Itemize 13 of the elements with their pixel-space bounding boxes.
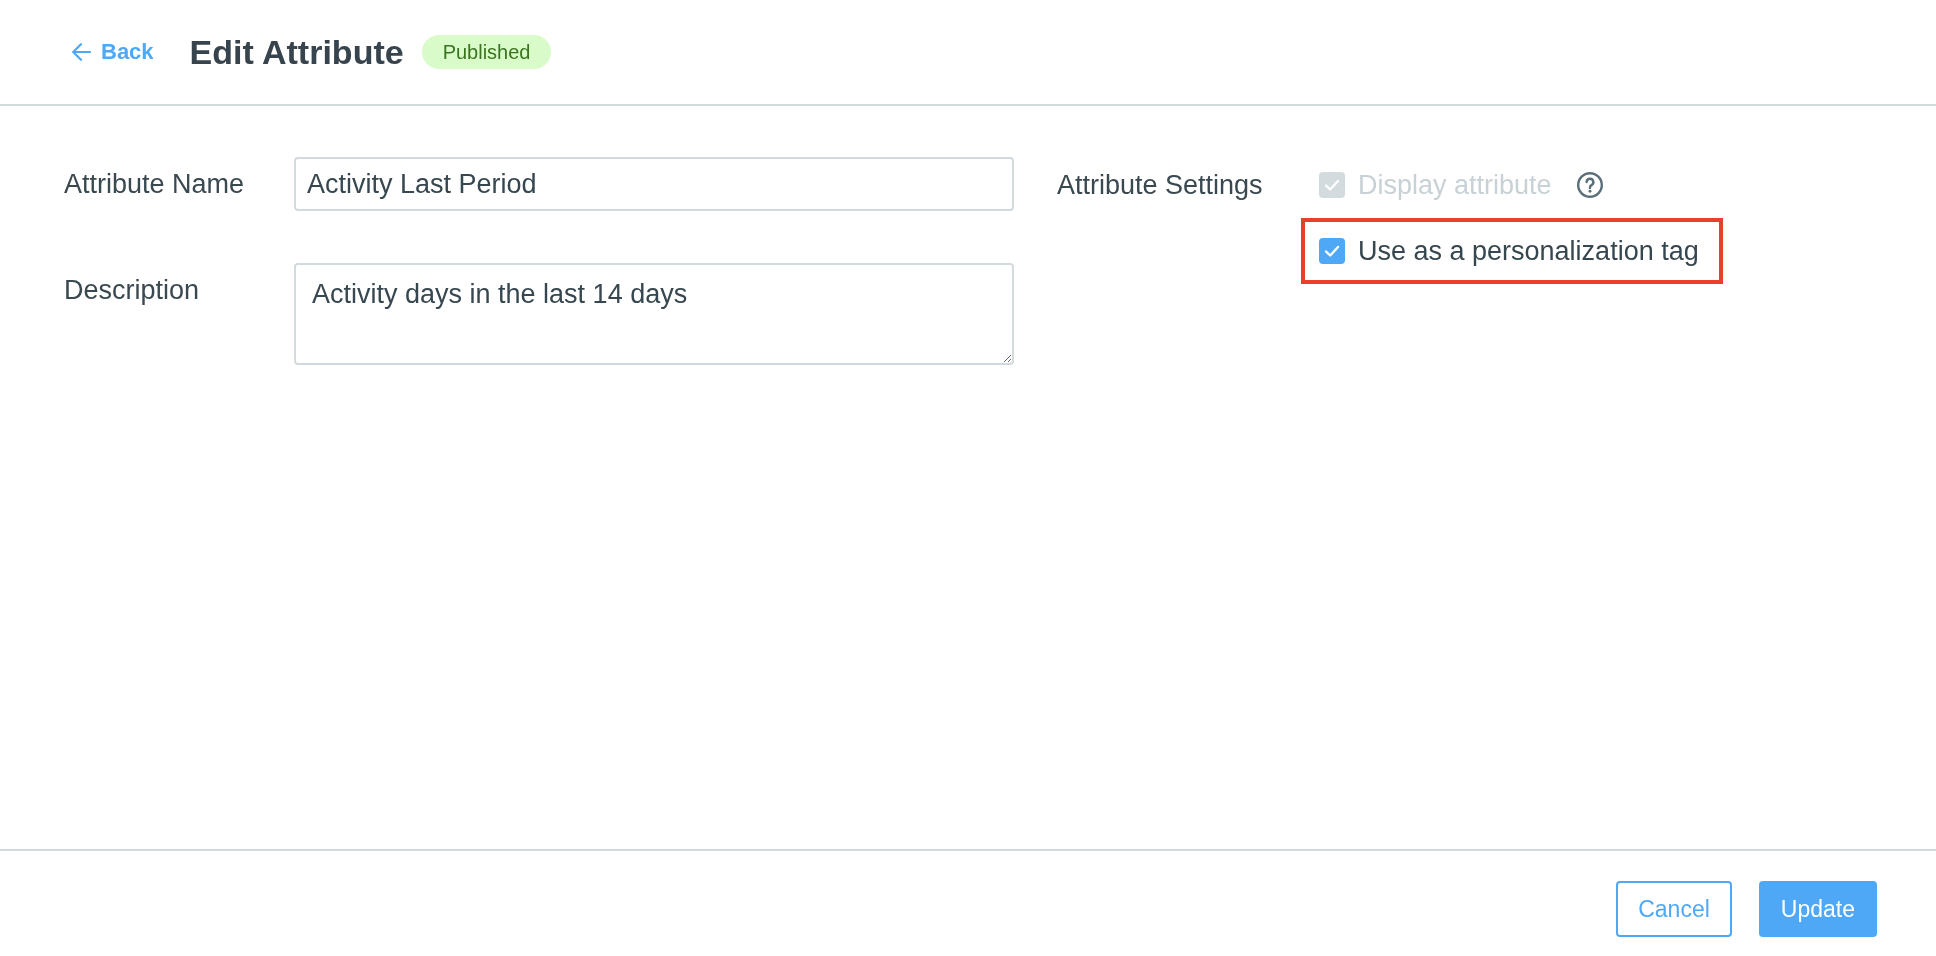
settings-label: Attribute Settings: [1057, 169, 1263, 201]
cancel-button[interactable]: Cancel: [1616, 881, 1732, 937]
description-field[interactable]: Activity days in the last 14 days: [294, 263, 1014, 365]
arrow-left-icon: [72, 43, 91, 61]
checkbox-label: Use as a personalization tag: [1358, 235, 1699, 267]
field-label: Description: [64, 274, 200, 306]
field-label: Attribute Name: [64, 168, 246, 200]
back-link[interactable]: Back: [72, 39, 154, 65]
name-input-field[interactable]: Activity Last Period: [294, 157, 1014, 211]
update-button[interactable]: Update: [1758, 881, 1877, 937]
status-badge: Published: [421, 35, 552, 69]
page-title: Edit Attribute: [189, 32, 404, 72]
checkbox[interactable]: [1319, 238, 1345, 264]
